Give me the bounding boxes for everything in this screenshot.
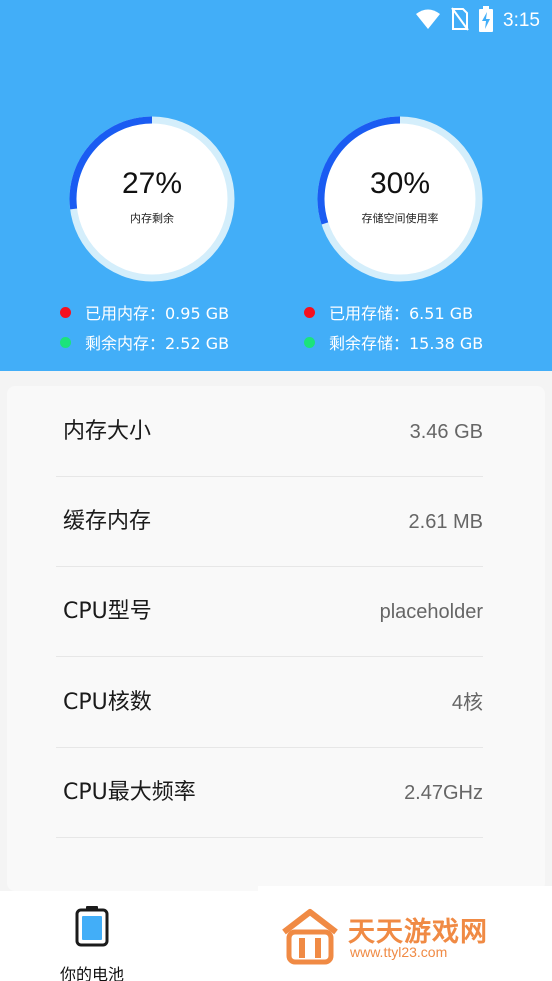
- info-key: 缓存内存: [63, 509, 152, 534]
- used-dot-icon: [60, 306, 71, 318]
- info-row-cache-memory: 缓存内存 2.61 MB: [56, 477, 483, 567]
- info-value: 4核: [451, 692, 483, 714]
- free-dot-icon: [304, 336, 315, 348]
- info-key: CPU型号: [63, 599, 152, 624]
- memory-gauge: 27% 内存剩余: [66, 113, 238, 285]
- info-value: placeholder: [379, 601, 483, 623]
- info-value: 3.46 GB: [409, 421, 483, 443]
- free-dot-icon: [60, 336, 71, 348]
- info-value: 2.47GHz: [404, 782, 483, 804]
- storage-used-legend: 已用存储：6.51 GB: [304, 300, 473, 324]
- memory-label: 内存剩余: [130, 212, 174, 225]
- storage-label: 存储空间使用率: [361, 212, 439, 225]
- info-row-cpu-model: CPU型号 placeholder: [56, 567, 483, 657]
- battery-charging-icon: [479, 6, 494, 36]
- memory-percent: 27%: [121, 167, 183, 200]
- status-time: 3:15: [503, 10, 540, 31]
- info-value: 2.61 MB: [408, 511, 483, 533]
- info-key: 内存大小: [63, 419, 152, 444]
- watermark-url: www.ttyl23.com: [350, 944, 448, 960]
- storage-free-text: 剩余存储：15.38 GB: [329, 334, 484, 353]
- memory-free-text: 剩余内存：2.52 GB: [85, 334, 230, 353]
- info-row-cpu-max-freq: CPU最大频率 2.47GHz: [56, 748, 483, 838]
- device-info-card: 内存大小 3.46 GB 缓存内存 2.61 MB CPU型号 placehol…: [7, 386, 545, 891]
- memory-used-text: 已用内存：0.95 GB: [85, 304, 230, 323]
- no-sim-icon: [451, 7, 469, 35]
- wifi-icon: [415, 8, 441, 34]
- used-dot-icon: [304, 306, 315, 318]
- info-row-memory-size: 内存大小 3.46 GB: [56, 387, 483, 477]
- status-bar: 3:15: [0, 0, 552, 38]
- storage-free-legend: 剩余存储：15.38 GB: [304, 330, 483, 354]
- info-row-cpu-cores: CPU核数 4核: [56, 658, 483, 748]
- memory-used-legend: 已用内存：0.95 GB: [60, 300, 229, 324]
- storage-percent: 30%: [369, 167, 431, 200]
- watermark: 天天游戏网 www.ttyl23.com: [258, 886, 552, 981]
- storage-gauge: 30% 存储空间使用率: [314, 113, 486, 285]
- tab-your-battery-label: 你的电池: [59, 965, 124, 981]
- storage-used-text: 已用存储：6.51 GB: [329, 304, 474, 323]
- header-panel: 3:15 27% 内存剩余 30% 存储空间使用率 已用内存：0.95 GB 剩…: [0, 0, 552, 371]
- info-key: CPU最大频率: [63, 780, 196, 805]
- logo-icon: [280, 908, 340, 970]
- info-key: CPU核数: [63, 690, 152, 715]
- battery-icon: [75, 905, 109, 951]
- memory-free-legend: 剩余内存：2.52 GB: [60, 330, 229, 354]
